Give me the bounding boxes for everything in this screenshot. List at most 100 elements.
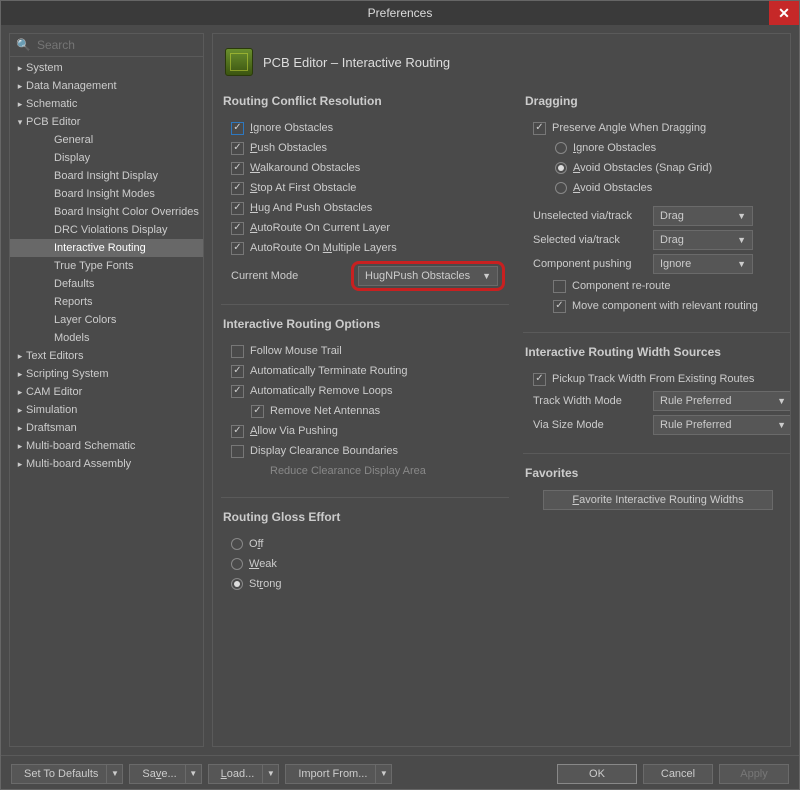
selected-via-dropdown[interactable]: Drag ▼: [653, 230, 753, 250]
radio-icon: [231, 578, 243, 590]
save-button[interactable]: Save... ▼: [129, 764, 201, 784]
tree-item[interactable]: ·General: [10, 131, 203, 149]
chevron-down-icon: ▼: [375, 765, 391, 783]
set-to-defaults-button[interactable]: Set To Defaults ▼: [11, 764, 123, 784]
tree-item[interactable]: ▸Data Management: [10, 77, 203, 95]
group-favorites-heading: Favorites: [523, 460, 791, 486]
checkbox-icon: [533, 373, 546, 386]
chevron-down-icon: ▼: [482, 271, 491, 281]
page-title: PCB Editor – Interactive Routing: [263, 55, 450, 70]
remove-net-antennas-checkbox[interactable]: Remove Net Antennas: [251, 401, 505, 421]
search-icon: 🔍: [16, 38, 31, 52]
nav-tree[interactable]: ▸System▸Data Management▸Schematic▾PCB Ed…: [10, 57, 203, 746]
gloss-off-radio[interactable]: Off: [231, 534, 505, 554]
tree-item[interactable]: ▸Text Editors: [10, 347, 203, 365]
tree-item[interactable]: ▸Schematic: [10, 95, 203, 113]
allow-via-pushing-checkbox[interactable]: Allow Via Pushing: [231, 421, 505, 441]
ok-button[interactable]: OK: [557, 764, 637, 784]
checkbox-icon: [231, 202, 244, 215]
preserve-angle-checkbox[interactable]: Preserve Angle When Dragging: [533, 118, 791, 138]
tree-item[interactable]: ▾PCB Editor: [10, 113, 203, 131]
highlight-annotation: HugNPush Obstacles▼: [351, 261, 505, 291]
radio-icon: [555, 162, 567, 174]
conflict-checkbox[interactable]: Push Obstacles: [231, 138, 505, 158]
component-reroute-checkbox[interactable]: Component re-route: [553, 276, 791, 296]
tree-item[interactable]: ·Display: [10, 149, 203, 167]
tree-item[interactable]: ·DRC Violations Display: [10, 221, 203, 239]
chevron-right-icon: ▸: [14, 81, 26, 92]
tree-item[interactable]: ·Interactive Routing: [10, 239, 203, 257]
close-button[interactable]: ✕: [769, 1, 799, 25]
conflict-checkbox[interactable]: Ignore Obstacles: [231, 118, 505, 138]
unselected-via-label: Unselected via/track: [533, 210, 645, 222]
chevron-right-icon: ▸: [14, 351, 26, 362]
tree-item[interactable]: ▸Scripting System: [10, 365, 203, 383]
drag-ignore-obstacles-radio[interactable]: Ignore Obstacles: [555, 138, 791, 158]
pcb-editor-icon: [225, 48, 253, 76]
checkbox-icon: [231, 385, 244, 398]
gloss-weak-radio[interactable]: Weak: [231, 554, 505, 574]
tree-item[interactable]: ·Reports: [10, 293, 203, 311]
component-pushing-dropdown[interactable]: Ignore ▼: [653, 254, 753, 274]
tree-item[interactable]: ▸CAM Editor: [10, 383, 203, 401]
current-mode-dropdown[interactable]: HugNPush Obstacles▼: [358, 266, 498, 286]
via-size-mode-dropdown[interactable]: Rule Preferred ▼: [653, 415, 791, 435]
search-input[interactable]: [37, 38, 197, 52]
checkbox-icon: [533, 122, 546, 135]
follow-mouse-trail-checkbox[interactable]: Follow Mouse Trail: [231, 341, 505, 361]
group-conflict-heading: Routing Conflict Resolution: [221, 88, 509, 114]
cancel-button[interactable]: Cancel: [643, 764, 713, 784]
search-box[interactable]: 🔍: [10, 34, 203, 57]
chevron-down-icon: ▼: [185, 765, 201, 783]
auto-remove-loops-checkbox[interactable]: Automatically Remove Loops: [231, 381, 505, 401]
tree-item[interactable]: ▸Multi-board Assembly: [10, 455, 203, 473]
chevron-right-icon: ▸: [14, 405, 26, 416]
pickup-track-width-checkbox[interactable]: Pickup Track Width From Existing Routes: [533, 369, 791, 389]
drag-avoid-radio[interactable]: Avoid Obstacles: [555, 178, 791, 198]
unselected-via-dropdown[interactable]: Drag ▼: [653, 206, 753, 226]
tree-item[interactable]: ·True Type Fonts: [10, 257, 203, 275]
chevron-right-icon: ▸: [14, 99, 26, 110]
move-component-checkbox[interactable]: Move component with relevant routing: [553, 296, 791, 316]
conflict-checkbox[interactable]: AutoRoute On Multiple Layers: [231, 238, 505, 258]
chevron-right-icon: ▸: [14, 63, 26, 74]
auto-terminate-routing-checkbox[interactable]: Automatically Terminate Routing: [231, 361, 505, 381]
tree-item[interactable]: ·Models: [10, 329, 203, 347]
checkbox-icon: [231, 445, 244, 458]
tree-item[interactable]: ▸Simulation: [10, 401, 203, 419]
tree-item[interactable]: ·Layer Colors: [10, 311, 203, 329]
track-width-mode-dropdown[interactable]: Rule Preferred ▼: [653, 391, 791, 411]
tree-item[interactable]: ▸System: [10, 59, 203, 77]
apply-button[interactable]: Apply: [719, 764, 789, 784]
checkbox-icon: [231, 182, 244, 195]
tree-item[interactable]: ·Defaults: [10, 275, 203, 293]
conflict-checkbox[interactable]: Walkaround Obstacles: [231, 158, 505, 178]
checkbox-icon: [231, 365, 244, 378]
conflict-checkbox[interactable]: AutoRoute On Current Layer: [231, 218, 505, 238]
sidebar: 🔍 ▸System▸Data Management▸Schematic▾PCB …: [9, 33, 204, 747]
group-options-heading: Interactive Routing Options: [221, 311, 509, 337]
gloss-strong-radio[interactable]: Strong: [231, 574, 505, 594]
via-size-mode-label: Via Size Mode: [533, 419, 645, 431]
radio-icon: [231, 558, 243, 570]
chevron-down-icon: ▼: [777, 396, 786, 406]
tree-item[interactable]: ·Board Insight Modes: [10, 185, 203, 203]
reduce-clearance-display-area: Reduce Clearance Display Area: [251, 461, 505, 481]
chevron-right-icon: ▸: [14, 423, 26, 434]
tree-item[interactable]: ·Board Insight Display: [10, 167, 203, 185]
checkbox-icon: [231, 122, 244, 135]
group-dragging-heading: Dragging: [523, 88, 791, 114]
checkbox-icon: [231, 425, 244, 438]
favorite-widths-button[interactable]: Favorite Interactive Routing Widths: [543, 490, 773, 510]
group-widths-heading: Interactive Routing Width Sources: [523, 339, 791, 365]
import-from-button[interactable]: Import From... ▼: [285, 764, 392, 784]
conflict-checkbox[interactable]: Hug And Push Obstacles: [231, 198, 505, 218]
chevron-down-icon: ▼: [777, 420, 786, 430]
tree-item[interactable]: ▸Multi-board Schematic: [10, 437, 203, 455]
load-button[interactable]: Load... ▼: [208, 764, 280, 784]
conflict-checkbox[interactable]: Stop At First Obstacle: [231, 178, 505, 198]
display-clearance-boundaries-checkbox[interactable]: Display Clearance Boundaries: [231, 441, 505, 461]
drag-avoid-snap-radio[interactable]: Avoid Obstacles (Snap Grid): [555, 158, 791, 178]
tree-item[interactable]: ·Board Insight Color Overrides: [10, 203, 203, 221]
tree-item[interactable]: ▸Draftsman: [10, 419, 203, 437]
